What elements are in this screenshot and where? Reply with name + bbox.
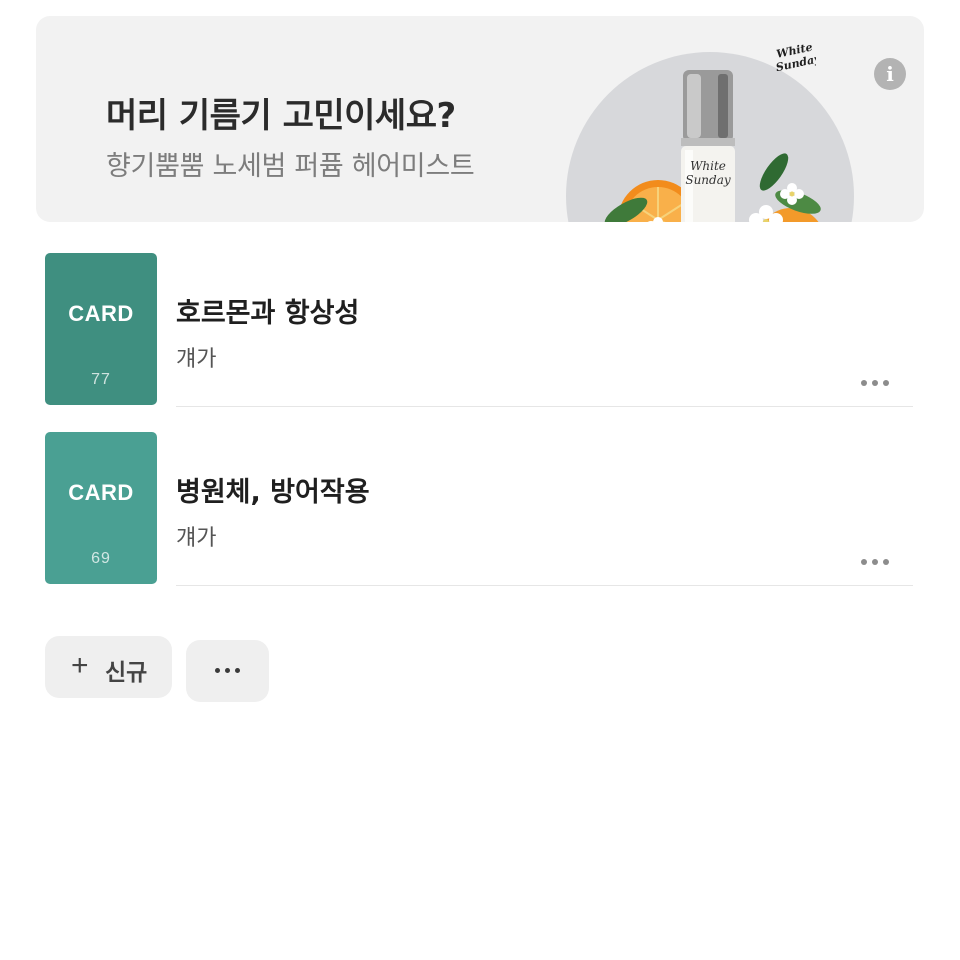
card-thumbnail-label: CARD — [68, 480, 134, 505]
more-horizontal-icon-dot — [225, 668, 230, 673]
more-button[interactable] — [186, 640, 269, 702]
more-horizontal-icon — [215, 668, 220, 673]
card-thumbnail-label: CARD — [68, 301, 134, 326]
more-horizontal-icon-dot — [235, 668, 240, 673]
card-author: 걔가 — [176, 526, 217, 551]
card-list-item[interactable]: CARD 69 병원체, 방어작용 걔가 — [45, 432, 913, 586]
more-options-icon[interactable] — [855, 552, 895, 572]
card-count: 77 — [91, 371, 111, 388]
svg-text:White: White — [690, 159, 726, 173]
card-thumbnail: CARD 69 — [45, 432, 157, 584]
white-sunday-logo-icon: White Sunday — [776, 40, 816, 74]
card-title: 병원체, 방어작용 — [176, 477, 370, 508]
ad-banner[interactable]: 머리 기름기 고민이세요? 향기뿜뿜 노세범 퍼퓸 헤어미스트 White Su… — [36, 16, 924, 222]
card-thumbnail: CARD 77 — [45, 253, 157, 405]
card-count: 69 — [91, 550, 111, 567]
svg-text:Sunday: Sunday — [685, 173, 731, 187]
ad-headline: 머리 기름기 고민이세요? — [106, 96, 456, 136]
card-list-item[interactable]: CARD 77 호르몬과 항상성 걔가 — [45, 253, 913, 407]
plus-icon: + — [71, 649, 89, 682]
info-icon[interactable]: i — [874, 58, 906, 90]
new-card-button[interactable]: + 신규 — [45, 636, 172, 698]
divider — [176, 585, 913, 586]
card-author: 걔가 — [176, 347, 217, 372]
divider — [176, 406, 913, 407]
more-options-icon[interactable] — [855, 373, 895, 393]
card-title: 호르몬과 항상성 — [176, 298, 360, 329]
new-card-button-label: 신규 — [105, 660, 148, 686]
ad-subline: 향기뿜뿜 노세범 퍼퓸 헤어미스트 — [106, 151, 475, 182]
